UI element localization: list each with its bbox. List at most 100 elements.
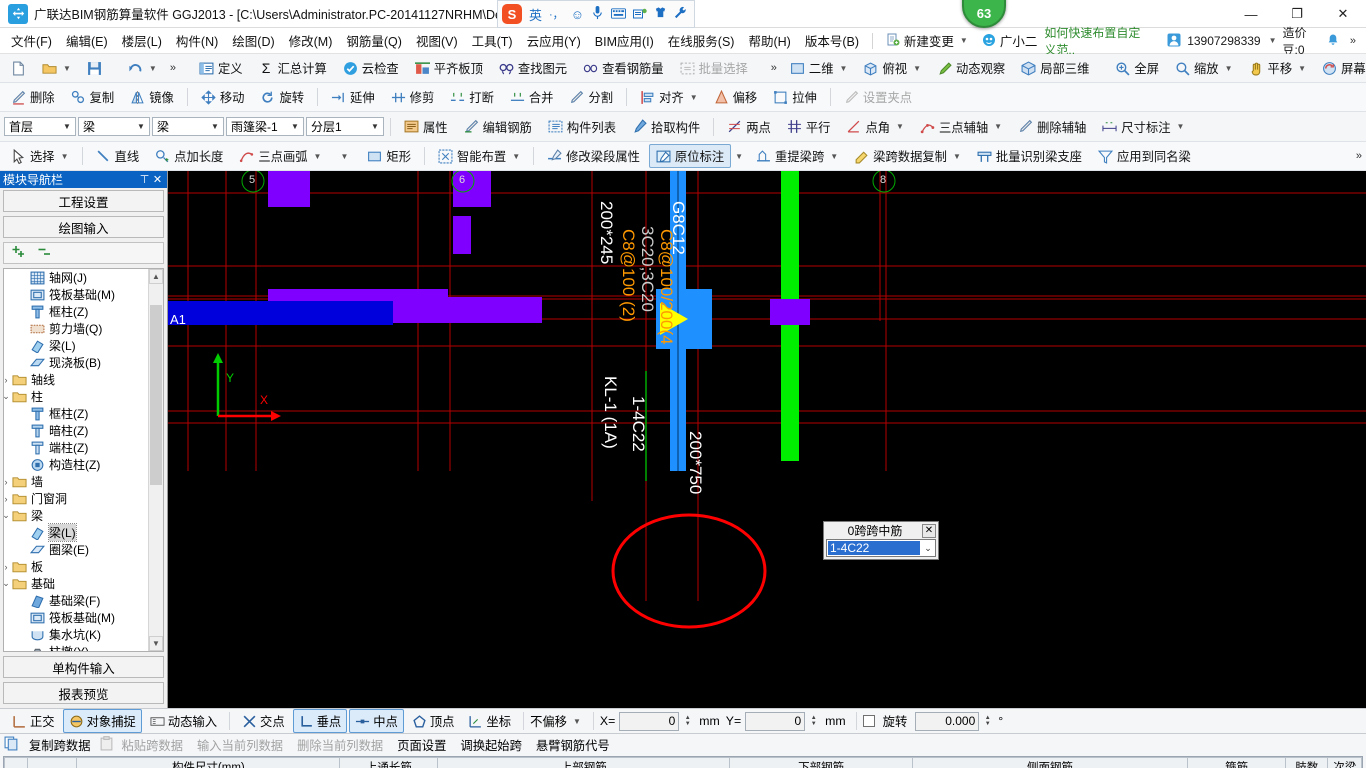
menu-overflow-icon[interactable]: » <box>1346 35 1360 47</box>
tree-item-2[interactable]: 框柱(Z) <box>4 303 148 320</box>
sidebar-close-icon[interactable]: ✕ <box>151 173 164 186</box>
tree-item-21[interactable]: 集水坑(K) <box>4 626 148 643</box>
local-3d-button[interactable]: 局部三维 <box>1014 56 1096 80</box>
dimension-chevron-down-icon[interactable]: ▼ <box>1177 122 1185 131</box>
chevron-right-icon[interactable]: › <box>4 375 12 385</box>
page-setup-button[interactable]: 页面设置 <box>391 734 452 756</box>
object-snap-toggle[interactable]: 对象捕捉 <box>62 709 142 733</box>
chevron-down-icon[interactable]: ⌄ <box>4 578 12 589</box>
vertex-snap-toggle[interactable]: 顶点 <box>406 709 461 733</box>
align-chevron-down-icon[interactable]: ▼ <box>690 93 698 102</box>
edit-rebar-button[interactable]: 编辑钢筋 <box>457 115 539 139</box>
copy-span-data-grid-button[interactable]: 复制跨数据 <box>23 734 97 756</box>
pick-member-button[interactable]: 拾取构件 <box>625 115 707 139</box>
tree-scrollbar[interactable]: ▲ ▼ <box>148 269 163 651</box>
tree-item-22[interactable]: 柱墩(Y) <box>4 643 148 651</box>
parallel-button[interactable]: 平行 <box>780 115 838 139</box>
intersection-snap-toggle[interactable]: 交点 <box>236 709 291 733</box>
re-extract-span-button[interactable]: 重提梁跨 ▼ <box>749 144 845 168</box>
trim-button[interactable]: 修剪 <box>384 85 442 109</box>
view-rebar-qty-button[interactable]: 查看钢筋量 <box>576 56 671 80</box>
cantilever-code-button[interactable]: 悬臂钢筋代号 <box>530 734 616 756</box>
scroll-down-icon[interactable]: ▼ <box>149 636 163 651</box>
break-button[interactable]: 打断 <box>443 85 501 109</box>
single-member-input-button[interactable]: 单构件输入 <box>3 656 164 678</box>
bottom-rebar-header[interactable]: 下部钢筋 <box>729 757 913 768</box>
stretch-button[interactable]: 拉伸 <box>766 85 824 109</box>
scroll-thumb[interactable] <box>150 305 162 485</box>
delete-current-column-button[interactable]: 删除当前列数据 <box>291 734 389 756</box>
sogou-logo-icon[interactable]: S <box>502 4 522 24</box>
tree-item-17[interactable]: › 板 <box>4 558 148 575</box>
tree-item-5[interactable]: 现浇板(B) <box>4 354 148 371</box>
tree-item-18[interactable]: ⌄ 基础 <box>4 575 148 592</box>
fullscreen-button[interactable]: 全屏 <box>1108 56 1166 80</box>
rotate-input[interactable]: 0.000 <box>915 711 980 731</box>
tree-item-4[interactable]: 梁(L) <box>4 337 148 354</box>
tree-item-19[interactable]: 基础梁(F) <box>4 592 148 609</box>
y-input[interactable]: 0 <box>745 711 806 731</box>
two-point-button[interactable]: 两点 <box>720 115 778 139</box>
select-tool-button[interactable]: 选择 ▼ <box>4 144 76 168</box>
copy-span-data-chevron-down-icon[interactable]: ▼ <box>953 152 961 161</box>
project-settings-button[interactable]: 工程设置 <box>3 190 164 212</box>
apply-same-beam-button[interactable]: 应用到同名梁 <box>1091 144 1198 168</box>
three-point-arc-button[interactable]: 三点画弧 ▼ <box>232 144 328 168</box>
extend-button[interactable]: 延伸 <box>324 85 382 109</box>
ime-settings-wrench-icon[interactable] <box>674 6 687 22</box>
move-button[interactable]: 移动 <box>194 85 252 109</box>
properties-button[interactable]: 属性 <box>397 115 455 139</box>
undo-button[interactable]: ▼ <box>121 58 164 79</box>
save-button[interactable] <box>80 58 109 79</box>
tree-item-15[interactable]: 梁(L) <box>4 523 148 542</box>
tree-item-16[interactable]: 圈梁(E) <box>4 541 148 558</box>
menu-version[interactable]: 版本号(B) <box>798 28 866 53</box>
ime-toolbar[interactable]: S 英 ·， ☺ <box>497 0 695 28</box>
menu-view[interactable]: 视图(V) <box>409 28 465 53</box>
dynamic-orbit-button[interactable]: 动态观察 <box>930 56 1012 80</box>
ime-emoji-icon[interactable]: ☺ <box>571 7 584 22</box>
menu-member[interactable]: 构件(N) <box>169 28 225 53</box>
input-current-column-button[interactable]: 输入当前列数据 <box>191 734 289 756</box>
tree-item-0[interactable]: 轴网(J) <box>4 269 148 286</box>
menu-tools[interactable]: 工具(T) <box>465 28 520 53</box>
member-chevron-down-icon[interactable]: ▼ <box>289 122 301 131</box>
summary-calc-button[interactable]: Σ 汇总计算 <box>252 56 334 80</box>
scroll-up-icon[interactable]: ▲ <box>149 269 163 284</box>
batch-beam-support-button[interactable]: 批量识别梁支座 <box>970 144 1089 168</box>
menu-bim-app[interactable]: BIM应用(I) <box>588 28 661 53</box>
pan-chevron-down-icon[interactable]: ▼ <box>1298 64 1306 73</box>
menu-floor[interactable]: 楼层(L) <box>115 28 169 53</box>
smart-layout-button[interactable]: 智能布置 ▼ <box>431 144 527 168</box>
copy-button[interactable]: 复制 <box>64 85 122 109</box>
report-preview-button[interactable]: 报表预览 <box>3 682 164 704</box>
edit-beam-segment-button[interactable]: 修改梁段属性 <box>540 144 647 168</box>
draw-overflow-icon[interactable]: » <box>1352 150 1366 162</box>
member-combo[interactable]: 雨篷梁-1 ▼ <box>226 117 304 136</box>
category-chevron-down-icon[interactable]: ▼ <box>135 122 147 131</box>
tree-item-10[interactable]: 端柱(Z) <box>4 439 148 456</box>
layer-combo[interactable]: 分层1 ▼ <box>306 117 384 136</box>
batch-select-button[interactable]: 批量选择 <box>673 56 755 80</box>
cloud-check-button[interactable]: 云检查 <box>336 56 406 80</box>
menu-modify[interactable]: 修改(M) <box>282 28 340 53</box>
assistant-button[interactable]: 广小二 <box>975 28 1045 53</box>
beans-count[interactable]: 造价豆:0 <box>1283 24 1320 58</box>
tree-item-12[interactable]: › 墙 <box>4 473 148 490</box>
popup-chevron-down-icon[interactable]: ⌄ <box>921 543 935 554</box>
view-2d-chevron-down-icon[interactable]: ▼ <box>840 64 848 73</box>
pan-button[interactable]: 平移 ▼ <box>1242 56 1314 80</box>
tree-item-9[interactable]: 暗柱(Z) <box>4 422 148 439</box>
ime-mic-icon[interactable] <box>591 5 604 23</box>
chevron-right-icon[interactable]: › <box>4 494 12 504</box>
remove-icon[interactable] <box>38 245 54 262</box>
mirror-button[interactable]: 镜像 <box>123 85 181 109</box>
top-rebar-header[interactable]: 上部钢筋 <box>437 757 731 768</box>
category-combo[interactable]: 梁 ▼ <box>78 117 150 136</box>
tree-item-7[interactable]: ⌄柱 <box>4 388 148 405</box>
top-view-button[interactable]: 俯视 ▼ <box>856 56 928 80</box>
chevron-down-icon[interactable]: ⌄ <box>4 510 12 521</box>
layer-chevron-down-icon[interactable]: ▼ <box>369 122 381 131</box>
score-badge[interactable]: 63 <box>962 0 1006 28</box>
member-type-chevron-down-icon[interactable]: ▼ <box>209 122 221 131</box>
